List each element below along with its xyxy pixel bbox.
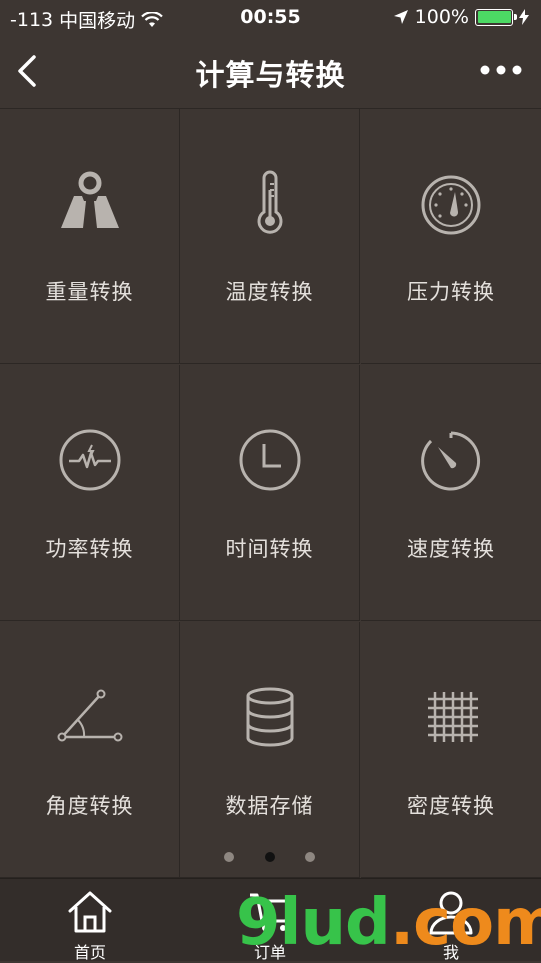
weight-icon — [60, 171, 119, 228]
page-indicator — [0, 852, 541, 864]
tile-density[interactable]: 密度转换 — [361, 622, 541, 878]
speedometer-icon — [421, 431, 481, 491]
tile-label: 温度转换 — [225, 280, 314, 304]
pressure-gauge-icon — [421, 175, 481, 235]
grid-density-icon — [428, 692, 478, 742]
tile-weight[interactable]: 重量转换 — [0, 108, 180, 364]
tile-label: 时间转换 — [225, 537, 314, 561]
tile-angle[interactable]: 角度转换 — [0, 622, 180, 878]
charging-bolt-icon — [519, 9, 529, 25]
more-button[interactable] — [479, 58, 523, 82]
tile-label: 数据存储 — [225, 794, 314, 818]
tab-label: 订单 — [253, 943, 286, 962]
tile-time[interactable]: 时间转换 — [180, 365, 360, 621]
database-icon — [246, 687, 293, 747]
page-dot-active[interactable] — [265, 852, 275, 862]
tile-label: 速度转换 — [407, 537, 495, 561]
tab-bar: 首页 订单 我 — [0, 878, 541, 962]
tile-label: 功率转换 — [45, 537, 134, 561]
tile-label: 压力转换 — [407, 280, 495, 304]
tab-home[interactable]: 首页 — [0, 879, 180, 962]
nav-bar: 计算与转换 — [0, 36, 541, 109]
tool-grid: 重量转换 温度转换 压力转换 功率转换 时间转换 速度转换 角度转换 数据存储 … — [0, 108, 541, 878]
tab-orders[interactable]: 订单 — [180, 879, 360, 962]
thermometer-icon — [257, 170, 282, 234]
power-pulse-icon — [59, 429, 120, 491]
battery-percent: 100% — [414, 6, 469, 28]
tile-speed[interactable]: 速度转换 — [361, 365, 541, 621]
tile-label: 角度转换 — [45, 794, 134, 818]
more-dots-icon — [480, 65, 522, 75]
tile-data-storage[interactable]: 数据存储 — [180, 622, 360, 878]
user-icon — [429, 891, 473, 935]
tile-pressure[interactable]: 压力转换 — [361, 108, 541, 364]
location-arrow-icon — [393, 10, 408, 24]
cart-icon — [250, 893, 292, 931]
status-bar: -113 中国移动 00:55 100% — [0, 0, 541, 36]
tile-label: 密度转换 — [407, 794, 495, 818]
page-dot[interactable] — [224, 852, 234, 862]
tile-power[interactable]: 功率转换 — [0, 365, 180, 621]
angle-icon — [57, 689, 122, 742]
tile-label: 重量转换 — [45, 280, 134, 304]
tab-label: 首页 — [73, 943, 106, 962]
page-dot[interactable] — [305, 852, 315, 862]
battery-icon — [475, 8, 517, 26]
tab-label: 我 — [442, 943, 459, 962]
tile-temperature[interactable]: 温度转换 — [180, 108, 360, 364]
status-right: 100% — [393, 6, 529, 28]
clock-icon — [239, 429, 300, 491]
tab-me[interactable]: 我 — [361, 879, 541, 962]
page-title: 计算与转换 — [195, 58, 346, 92]
home-icon — [68, 891, 112, 933]
